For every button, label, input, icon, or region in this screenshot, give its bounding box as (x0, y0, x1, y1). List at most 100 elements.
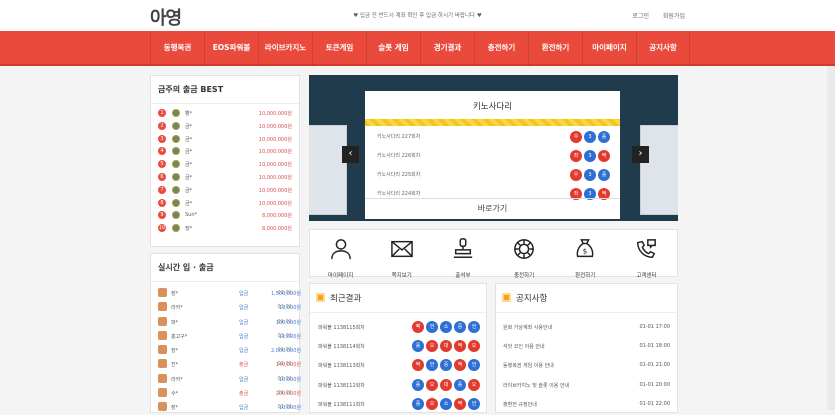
realtime-type: 입금 (239, 333, 249, 340)
nav-item[interactable]: 충전하기 (474, 31, 528, 66)
avatar-icon (158, 330, 167, 340)
result-row[interactable]: 파워볼 1138114회차 홀 오 대 짝 오 (310, 337, 486, 356)
slider-next-button[interactable]: › (632, 146, 649, 163)
phone-chat-icon (637, 239, 657, 258)
realtime-type: 입금 (239, 291, 249, 297)
nav-item[interactable]: 토큰게임 (312, 31, 366, 66)
best-row: 10 장* 8,000,000원 (151, 222, 299, 235)
result-ball: 오 (468, 340, 480, 353)
quick-attendance[interactable]: 출석부 (432, 230, 493, 279)
nav-item[interactable]: 마이페이지 (582, 31, 636, 66)
notice-title: 공지사항 (516, 294, 548, 304)
result-row[interactable]: 파워볼 1138115회차 삑 언 소 중 언 (310, 318, 486, 337)
realtime-date: 01-01 (277, 375, 292, 382)
result-balls: 좌3짝 (570, 150, 610, 162)
result-ball: 짝 (454, 397, 466, 410)
result-ball: 짝 (598, 150, 610, 162)
realtime-row: 홍고구* 입금 11,000원 01-01 (151, 329, 301, 343)
result-balls: 짝언중짝언 (412, 359, 480, 372)
notice-item-title: 석앗 코인 이용 안내 (503, 344, 545, 351)
result-ball: 오 (426, 378, 438, 391)
nav-item[interactable]: 공지사항 (636, 31, 690, 66)
quick-messages[interactable]: 쪽지보기 (371, 230, 432, 279)
result-row[interactable]: 파워볼 1138112회차 홀 오 대 홀 오 (310, 376, 486, 395)
result-balls: 우3홀 (570, 169, 610, 181)
level-icon (172, 147, 180, 156)
nav-item[interactable]: 동행복권 (150, 31, 204, 66)
level-icon (172, 211, 180, 220)
best-row: 4 금* 10,000,000원 (151, 145, 299, 158)
nav-item[interactable]: 경기결과 (420, 31, 474, 66)
avatar-icon (158, 388, 167, 398)
nav-item[interactable]: 슬롯 게임 (366, 31, 420, 66)
login-link[interactable]: 로그인 (632, 13, 649, 20)
realtime-user-name: 장* (171, 348, 179, 355)
result-ball: 홀 (412, 397, 424, 410)
result-ball: 3 (584, 150, 596, 162)
result-balls: 홀오대짝오 (412, 340, 480, 353)
shortcut-button[interactable]: 바로가기 (365, 198, 620, 219)
slider-prev-button[interactable]: ‹ (342, 146, 359, 163)
realtime-date: 01-01 (277, 332, 292, 339)
level-icon (172, 134, 180, 143)
slider-result-row: 키노사다리 227회차 우 3 홀 (365, 128, 620, 147)
best-user-name: 뽕* (185, 111, 193, 117)
realtime-date: 01-01 (277, 361, 292, 368)
avatar-icon (158, 302, 167, 312)
quick-support[interactable]: 고객센터 (616, 230, 677, 279)
result-ball: 언 (468, 397, 480, 410)
result-ball: 중 (440, 359, 452, 372)
level-icon (172, 160, 180, 169)
result-round-label: 파워볼 1138115회차 (318, 325, 365, 331)
page-scrollbar[interactable] (827, 66, 835, 410)
quick-label: 쪽지보기 (391, 273, 412, 279)
rank-badge: 4 (158, 147, 166, 156)
realtime-date: 01-01 (277, 304, 292, 311)
level-icon (172, 198, 180, 207)
realtime-title: 실시간 입 · 출금 (151, 254, 299, 282)
result-ball: 3 (584, 169, 596, 181)
notice-row[interactable]: 동행복권 게임 이용 안내 01-01 21:00 (496, 356, 677, 375)
slider-round-label: 키노사다리 227회차 (377, 134, 421, 140)
auth-links: 로그인 회원가입 (620, 11, 685, 20)
recent-results-list: 파워볼 1138115회차 삑 언 소 중 언 파워볼 1138114회차 홀 오 대 짝 오 파워볼 … (310, 313, 486, 414)
best-amount: 10,000,000원 (258, 149, 292, 156)
notice-row[interactable]: 출환전 규정안내 01-01 22:00 (496, 395, 677, 414)
nav-item[interactable]: EOS파워볼 (204, 31, 258, 66)
quick-withdraw[interactable]: $ 환전하기 (555, 230, 616, 279)
notice-item-date: 01-01 17:00 (639, 324, 670, 330)
result-ball: 소 (440, 397, 452, 410)
quick-deposit[interactable]: 충전하기 (494, 230, 555, 279)
realtime-row: 수* 출금 200,000원 01-01 (151, 386, 301, 400)
realtime-row: 파* 입금 100,000원 01-01 (151, 315, 301, 329)
rank-badge: 3 (158, 134, 166, 143)
notice-row[interactable]: 라이브카지노 및 슬롯 이용 안내 01-01 20:00 (496, 376, 677, 395)
best-row: 2 금* 10,000,000원 (151, 120, 299, 133)
notice-row[interactable]: 석앗 코인 이용 안내 01-01 18:00 (496, 337, 677, 356)
best-amount: 8,000,000원 (261, 226, 292, 233)
realtime-list: 장* 입금 1,500,000원 01-01 라카* 입금 13,000원 01-01 파* 입금… (151, 282, 301, 415)
notice-title-mark (502, 293, 511, 302)
top-bar: 아영 ♥ 입금 전 반드시 계좌 확인 후 입금 하시기 바랍니다 ♥ 로그인 … (0, 0, 835, 31)
realtime-type: 입금 (239, 319, 249, 326)
result-ball: 3 (584, 131, 596, 143)
signup-link[interactable]: 회원가입 (663, 13, 685, 20)
best-withdraw-list: 1 뽕* 10,000,000원 2 금* 10,000,000원 3 금* 10,000,00… (151, 104, 299, 235)
notice-row[interactable]: 원화 가상계좌 사용안내 01-01 17:00 (496, 318, 677, 337)
quick-mypage[interactable]: 마이페이지 (310, 230, 371, 279)
best-row: 9 Sun* 8,000,000원 (151, 209, 299, 222)
realtime-type: 입금 (239, 348, 249, 355)
nav-item[interactable]: 환전하기 (528, 31, 582, 66)
avatar-icon (158, 402, 167, 412)
rank-badge: 6 (158, 172, 166, 181)
result-row[interactable]: 파워볼 1138113회차 짝 언 중 짝 언 (310, 356, 486, 375)
best-withdraw-title: 금주의 출금 BEST (151, 76, 299, 104)
level-icon (172, 172, 180, 181)
avatar-icon (158, 288, 167, 297)
result-row[interactable]: 파워볼 1138111회차 홀 오 소 짝 언 (310, 395, 486, 414)
quick-label: 마이페이지 (327, 273, 354, 279)
nav-item[interactable]: 라이브카지노 (258, 31, 312, 66)
result-ball: 짝 (454, 359, 466, 372)
best-row: 7 금* 10,000,000원 (151, 184, 299, 197)
notice-item-title: 원화 가상계좌 사용안내 (503, 325, 553, 331)
